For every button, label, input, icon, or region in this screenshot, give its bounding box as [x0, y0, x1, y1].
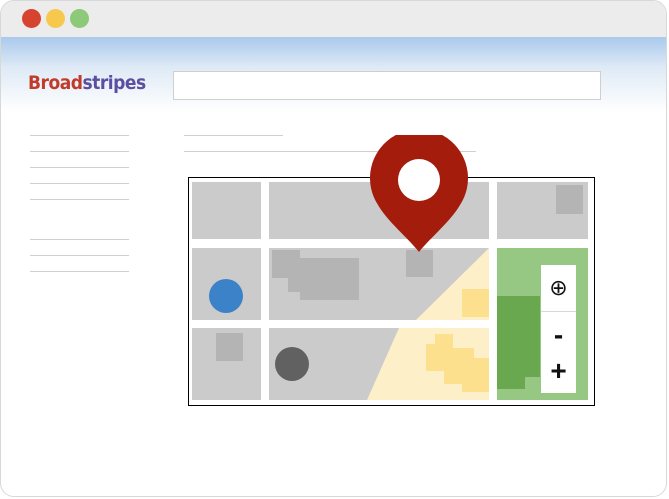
locate-icon[interactable]: ⊕	[541, 265, 576, 310]
logo-text-primary: Broad	[28, 72, 83, 94]
browser-window: Broadstripes ⊕ - +	[0, 0, 667, 497]
map-zone-highlight	[462, 289, 489, 317]
content-title-placeholder	[184, 135, 283, 136]
site-logo[interactable]: Broadstripes	[28, 72, 146, 94]
close-button[interactable]	[22, 9, 41, 28]
sidebar-item[interactable]	[30, 167, 129, 168]
maximize-button[interactable]	[70, 9, 89, 28]
map-building	[216, 333, 243, 361]
sidebar-item[interactable]	[30, 271, 129, 272]
search-input[interactable]	[173, 71, 601, 100]
location-pin-icon[interactable]	[370, 135, 468, 253]
zoom-in-button[interactable]: +	[541, 353, 576, 389]
logo-text-secondary: stripes	[82, 72, 146, 94]
sidebar-item[interactable]	[30, 255, 129, 256]
sidebar-item[interactable]	[30, 183, 129, 184]
title-bar	[1, 1, 666, 37]
map-building	[556, 185, 583, 214]
sidebar-item[interactable]	[30, 199, 129, 200]
map-block	[192, 182, 261, 239]
gray-location-dot-icon[interactable]	[275, 347, 309, 381]
sidebar-item[interactable]	[30, 239, 129, 240]
map-park-area	[497, 296, 540, 389]
map-building	[406, 250, 433, 277]
sidebar-item[interactable]	[30, 135, 129, 136]
control-divider	[541, 311, 576, 312]
minimize-button[interactable]	[46, 9, 65, 28]
zoom-out-button[interactable]: -	[541, 317, 576, 353]
map-controls: ⊕ - +	[541, 265, 576, 393]
sidebar-item[interactable]	[30, 151, 129, 152]
blue-location-dot-icon[interactable]	[209, 279, 243, 313]
